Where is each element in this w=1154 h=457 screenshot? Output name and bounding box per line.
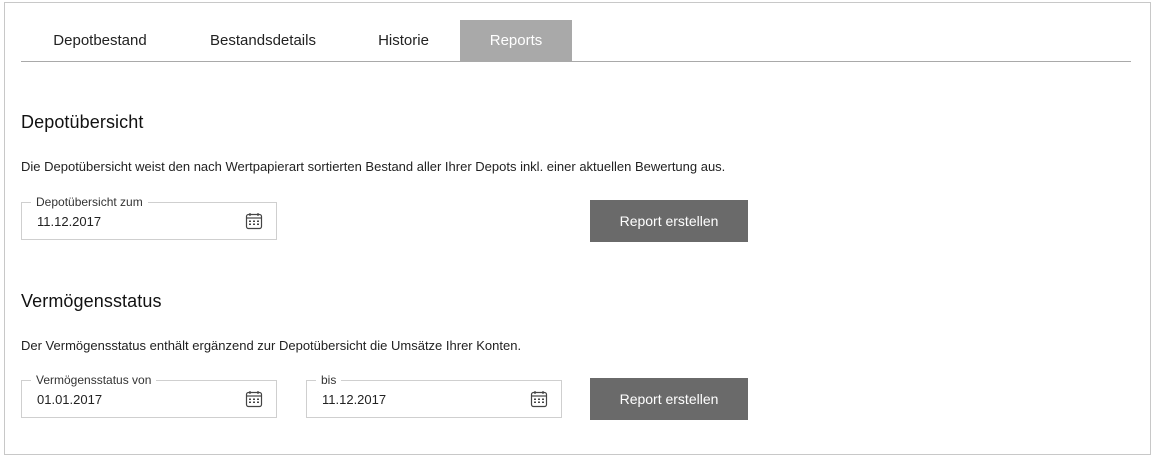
depotuebersicht-heading: Depotübersicht: [21, 112, 144, 132]
tab-bestandsdetails[interactable]: Bestandsdetails: [179, 20, 347, 61]
vermoegensstatus-to-field[interactable]: bis 11.12.2017: [306, 372, 562, 418]
depotuebersicht-report-button[interactable]: Report erstellen: [590, 200, 748, 242]
tab-historie[interactable]: Historie: [347, 20, 460, 61]
tab-depotbestand[interactable]: Depotbestand: [21, 20, 179, 61]
depotuebersicht-date-field[interactable]: Depotübersicht zum 11.12.2017: [21, 194, 277, 240]
vermoegensstatus-from-label: Vermögensstatus von: [31, 372, 157, 388]
vermoegensstatus-to-value: 11.12.2017: [322, 392, 387, 407]
tab-reports[interactable]: Reports: [460, 20, 572, 61]
vermoegensstatus-heading: Vermögensstatus: [21, 291, 162, 311]
depotuebersicht-description: Die Depotübersicht weist den nach Wertpa…: [21, 159, 726, 174]
calendar-icon[interactable]: [530, 390, 548, 408]
depotuebersicht-date-label: Depotübersicht zum: [31, 194, 148, 210]
vermoegensstatus-report-button[interactable]: Report erstellen: [590, 378, 748, 420]
depotuebersicht-date-value: 11.12.2017: [37, 214, 102, 229]
vermoegensstatus-from-field[interactable]: Vermögensstatus von 01.01.2017: [21, 372, 277, 418]
calendar-icon[interactable]: [245, 390, 263, 408]
calendar-icon[interactable]: [245, 212, 263, 230]
vermoegensstatus-to-label: bis: [316, 372, 342, 388]
tab-bar: Depotbestand Bestandsdetails Historie Re…: [21, 20, 1131, 62]
vermoegensstatus-from-value: 01.01.2017: [37, 392, 103, 407]
vermoegensstatus-description: Der Vermögensstatus enthält ergänzend zu…: [21, 338, 522, 353]
